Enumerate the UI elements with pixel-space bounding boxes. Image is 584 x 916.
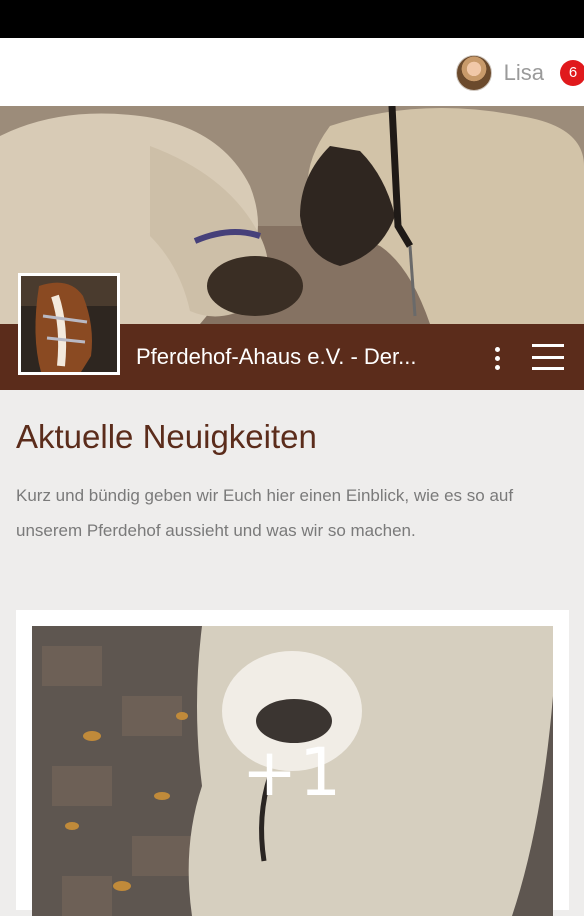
gallery-card[interactable]: +1 <box>16 610 569 916</box>
more-vert-icon[interactable] <box>484 340 510 376</box>
user-profile-chip[interactable]: Lisa <box>455 55 544 91</box>
profile-picture[interactable] <box>18 273 120 375</box>
hamburger-menu-icon[interactable] <box>532 344 564 370</box>
section-heading: Aktuelle Neuigkeiten <box>16 418 317 455</box>
gallery-photo[interactable]: +1 <box>32 626 553 916</box>
user-name[interactable]: Lisa <box>504 60 544 86</box>
section-description: Kurz und bündig geben wir Euch hier eine… <box>16 486 514 540</box>
user-avatar-icon[interactable] <box>455 55 492 91</box>
notification-badge[interactable]: 6 <box>560 60 584 86</box>
more-photos-overlay[interactable]: +1 <box>32 734 553 811</box>
status-bar <box>0 0 584 38</box>
top-app-bar: Lisa 6 <box>0 38 584 106</box>
horse-profile-image <box>21 276 117 372</box>
page-title: Pferdehof-Ahaus e.V. - Der... <box>136 344 417 369</box>
